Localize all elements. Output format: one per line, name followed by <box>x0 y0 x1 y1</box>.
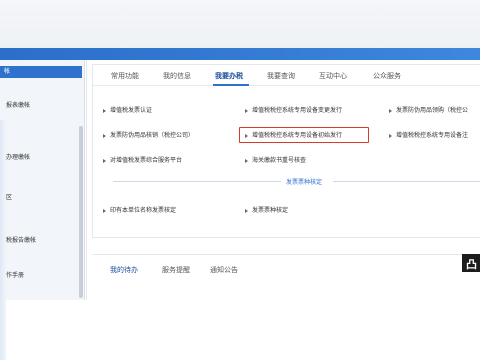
section-divider <box>113 181 281 182</box>
sidebar-scrollbar[interactable] <box>79 126 83 298</box>
sidebar-item-label: 办理缴帐 <box>6 154 31 161</box>
sidebar-item-label: 税报告缴帐 <box>6 237 37 244</box>
link-custom-invoice[interactable]: 印有本单位名称发票核定 <box>103 205 176 214</box>
sidebar-item-label: 作手册 <box>6 272 25 279</box>
bullet-icon <box>245 208 248 213</box>
highlight-box <box>239 127 369 143</box>
tab-todo[interactable]: 我的待办 <box>110 265 138 275</box>
sidebar-item-label: 帐 <box>4 68 11 75</box>
tab-query[interactable]: 我要查询 <box>267 71 295 81</box>
link-supplies-purchase[interactable]: 发票防伪用品领购（税控公 <box>389 105 468 114</box>
link-supplies-writeoff[interactable]: 发票防伪用品核销（税控公司） <box>103 130 194 139</box>
link-invoice-type[interactable]: 发票票种核定 <box>245 205 288 214</box>
link-device-change[interactable]: 增值税税控系统专用设备变更发行 <box>245 105 342 114</box>
bullet-icon <box>103 158 106 163</box>
link-invoice-auth[interactable]: 增值税发票认证 <box>103 105 152 114</box>
bullet-icon <box>389 108 392 113</box>
bullet-icon <box>245 108 248 113</box>
sidebar-item[interactable]: 作手册 <box>6 270 84 279</box>
bullet-icon <box>245 158 248 163</box>
sidebar-item-label: 报表缴帐 <box>6 102 31 109</box>
sidebar-item[interactable]: 区 <box>6 192 84 201</box>
top-nav-bar <box>0 48 480 60</box>
tab-interaction[interactable]: 互动中心 <box>319 71 347 81</box>
main-panel: 常用功能 我的信息 我要办税 我要查询 互动中心 公众服务 增值税发票认证 增值… <box>92 64 480 238</box>
bullet-icon <box>103 208 106 213</box>
section-title: 发票票种核定 <box>286 179 323 186</box>
bullet-icon <box>103 108 106 113</box>
sidebar-item[interactable]: 税报告缴帐 <box>6 235 84 244</box>
link-invoice-platform[interactable]: 对增值税发票综合服务平台 <box>103 155 182 164</box>
bullet-icon <box>103 133 106 138</box>
bullet-icon <box>389 133 392 138</box>
sidebar: 帐 报表缴帐 办理缴帐 区 税报告缴帐 作手册 <box>0 60 85 360</box>
tab-public-service[interactable]: 公众服务 <box>373 71 401 81</box>
tab-my-info[interactable]: 我的信息 <box>163 71 191 81</box>
link-device-register[interactable]: 增值税税控系统专用设备注 <box>389 130 468 139</box>
tab-bar: 常用功能 我的信息 我要办税 我要查询 互动中心 公众服务 <box>93 65 480 86</box>
active-tab-indicator <box>213 84 249 86</box>
divider <box>86 60 87 300</box>
section-divider <box>333 181 480 182</box>
link-customs-check[interactable]: 海关缴款书重号核查 <box>245 155 306 164</box>
corner-glyph-icon: 凸 <box>466 258 477 271</box>
tab-common[interactable]: 常用功能 <box>111 71 139 81</box>
sidebar-item[interactable]: 报表缴帐 <box>6 100 84 109</box>
sidebar-item-label: 区 <box>6 194 13 201</box>
tab-tax[interactable]: 我要办税 <box>215 71 243 81</box>
sidebar-item[interactable]: 办理缴帐 <box>6 152 84 161</box>
tab-reminder[interactable]: 服务提醒 <box>162 265 190 275</box>
top-header <box>0 0 480 48</box>
notice-panel: 我的待办 服务提醒 通知公告 <box>92 254 480 301</box>
tab-notice[interactable]: 通知公告 <box>210 265 238 275</box>
corner-badge: 凸 <box>462 254 480 272</box>
sidebar-item-active[interactable]: 帐 <box>0 66 82 78</box>
